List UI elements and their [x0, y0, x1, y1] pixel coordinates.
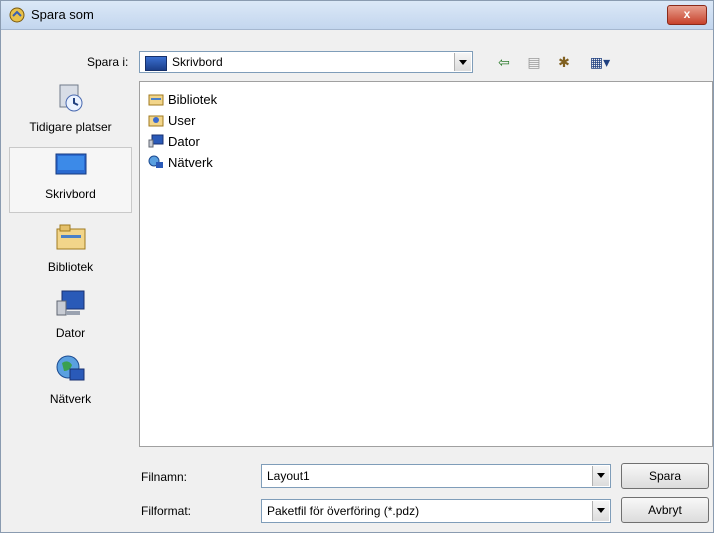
filetype-dropdown[interactable]: Paketfil för överföring (*.pdz)	[261, 499, 611, 523]
user-folder-icon	[148, 115, 164, 127]
place-label: Tidigare platser	[29, 120, 112, 134]
filename-value: Layout1	[267, 469, 310, 483]
up-folder-icon[interactable]: ▤	[525, 53, 543, 71]
network-icon	[56, 355, 84, 381]
save-in-value: Skrivbord	[172, 55, 223, 69]
chevron-down-icon[interactable]	[592, 466, 609, 486]
desktop-icon	[55, 153, 86, 175]
libraries-icon	[148, 94, 164, 106]
recent-places-icon	[59, 84, 82, 112]
filename-input[interactable]: Layout1	[261, 464, 611, 488]
list-item-label: Bibliotek	[168, 91, 218, 107]
chevron-down-icon[interactable]	[592, 501, 609, 521]
place-label: Dator	[55, 326, 86, 340]
app-icon	[9, 7, 25, 23]
list-item-label: Dator	[168, 133, 200, 149]
libraries-icon	[56, 224, 85, 250]
save-as-dialog: Spara som x Spara i: Skrivbord ⇦ ▤ ✱ ▦▾ …	[0, 0, 714, 533]
place-desktop[interactable]: Skrivbord	[9, 147, 132, 213]
filetype-value: Paketfil för överföring (*.pdz)	[267, 504, 420, 518]
list-item[interactable]: Dator	[148, 132, 200, 150]
filename-label: Filnamn:	[141, 470, 188, 484]
place-label: Skrivbord	[45, 187, 96, 201]
cancel-button[interactable]: Avbryt	[621, 497, 709, 523]
view-menu-icon[interactable]: ▦▾	[585, 53, 615, 71]
network-icon	[148, 155, 163, 168]
title-bar: Spara som x	[1, 1, 713, 30]
file-list[interactable]: Bibliotek User Dator Nätverk	[139, 81, 713, 447]
computer-icon	[148, 134, 164, 148]
list-item-label: User	[168, 112, 196, 128]
place-network[interactable]: Nätverk	[9, 353, 132, 415]
save-in-label: Spara i:	[87, 55, 129, 69]
computer-icon	[56, 290, 84, 316]
new-folder-icon[interactable]: ✱	[555, 53, 573, 71]
place-label: Bibliotek	[47, 260, 94, 274]
desktop-icon	[145, 56, 167, 71]
window-title: Spara som	[31, 7, 94, 22]
chevron-down-icon[interactable]	[454, 53, 471, 71]
save-button[interactable]: Spara	[621, 463, 709, 489]
list-item[interactable]: User	[148, 111, 195, 129]
place-computer[interactable]: Dator	[9, 287, 132, 349]
list-item[interactable]: Nätverk	[148, 153, 213, 171]
back-arrow-icon[interactable]: ⇦	[495, 53, 513, 71]
place-libraries[interactable]: Bibliotek	[9, 221, 132, 283]
save-in-dropdown[interactable]: Skrivbord	[139, 51, 473, 73]
place-label: Nätverk	[49, 392, 92, 406]
place-recent[interactable]: Tidigare platser	[9, 81, 132, 147]
list-item-label: Nätverk	[168, 154, 213, 170]
list-item[interactable]: Bibliotek	[148, 90, 217, 108]
places-bar: Tidigare platser Skrivbord Bibliotek Dat…	[9, 81, 132, 441]
filetype-label: Filformat:	[141, 504, 192, 518]
close-button[interactable]: x	[667, 5, 707, 25]
